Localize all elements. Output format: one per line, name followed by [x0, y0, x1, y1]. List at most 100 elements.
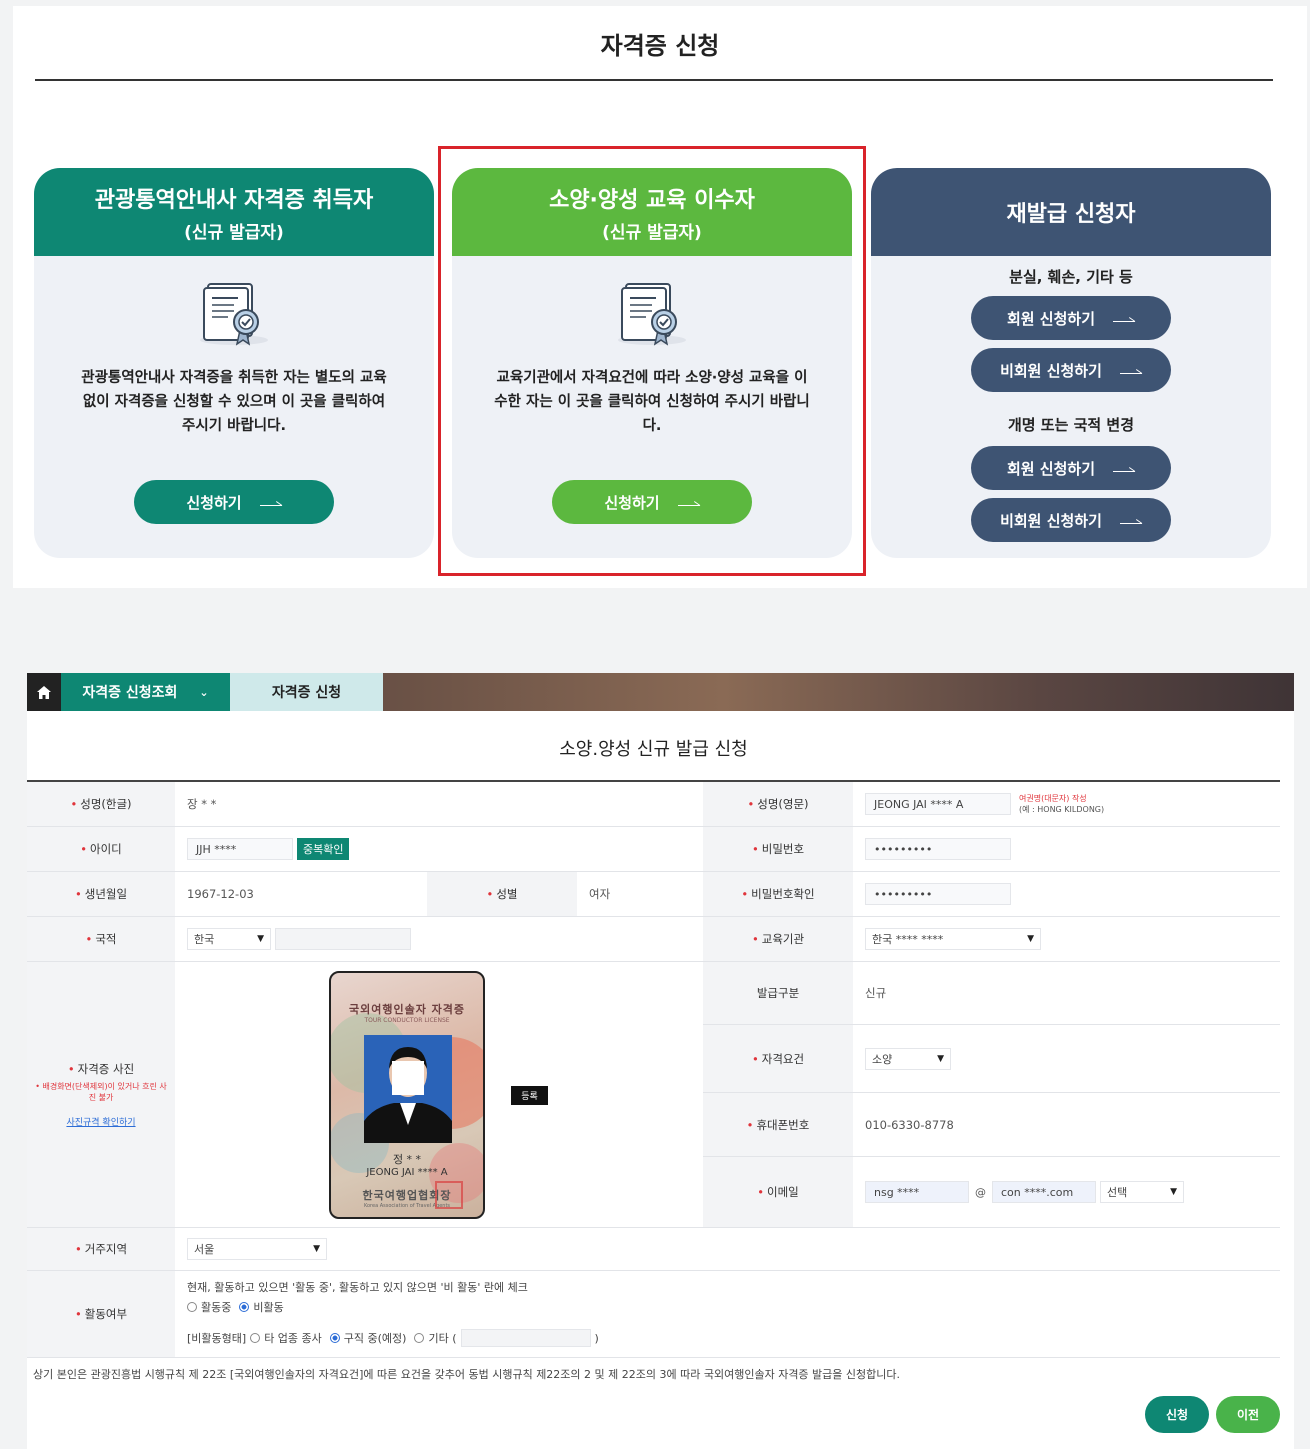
chevron-down-icon: ⌄	[199, 685, 209, 699]
card-header: 재발급 신청자	[871, 168, 1271, 256]
radio-job-seeking[interactable]	[329, 1333, 340, 1343]
id-input[interactable]: JJH ****	[187, 838, 293, 860]
home-icon[interactable]	[27, 673, 61, 711]
active-cell: 현재, 활동하고 있으면 '활동 중', 활동하고 있지 않으면 '비 활동' …	[175, 1271, 1280, 1358]
nav-tab-inquiry[interactable]: 자격증 신청조회 ⌄	[61, 673, 230, 711]
nonmember-apply-label: 비회원 신청하기	[1000, 511, 1102, 530]
prev-button[interactable]: 이전	[1216, 1396, 1280, 1433]
name-en-input[interactable]: JEONG JAI **** A	[865, 793, 1011, 815]
radio-job-seeking-label: 구직 중(예정)	[343, 1332, 407, 1345]
other-reason-input[interactable]	[460, 1329, 591, 1347]
selection-highlight	[438, 146, 866, 576]
other-reason-close: )	[594, 1331, 599, 1345]
gender-value: 여자	[577, 872, 703, 917]
name-en-label: • 성명(영문)	[703, 782, 853, 827]
issue-type-value: 신규	[853, 962, 1280, 1025]
qual-cell: 소양 ▼	[853, 1025, 1280, 1093]
arrow-right-icon	[1113, 464, 1136, 472]
declaration-text: 상기 본인은 관광진흥법 시행규칙 제 22조 [국외여행인솔자의 자격요건]에…	[33, 1368, 901, 1381]
nation-select[interactable]: 한국 ▼	[187, 928, 271, 950]
radio-other-industry[interactable]	[250, 1333, 261, 1343]
edu-cell: 한국 **** **** ▼	[853, 917, 1280, 962]
phone-value: 010-6330-8778	[853, 1093, 1280, 1157]
submit-button[interactable]: 신청	[1145, 1396, 1209, 1433]
nation-other-input[interactable]	[275, 928, 411, 950]
name-en-hint: 여권명(대문자) 작성 (예 : HONG KILDONG)	[1019, 794, 1105, 814]
nonmember-apply-button[interactable]: 비회원 신청하기	[971, 348, 1171, 392]
radio-active-label: 활동중	[201, 1301, 232, 1314]
duplicate-check-button[interactable]: 중복확인	[297, 838, 350, 860]
reissue-group-rename: 개명 또는 국적 변경	[1007, 416, 1135, 434]
pw-confirm-cell: •••••••••	[853, 872, 1280, 917]
qual-select[interactable]: 소양 ▼	[865, 1047, 951, 1070]
active-note: 현재, 활동하고 있으면 '활동 중', 활동하고 있지 않으면 '비 활동' …	[187, 1281, 528, 1294]
radio-inactive-label: 비활동	[253, 1301, 284, 1314]
name-kr-label: • 성명(한글)	[27, 782, 175, 827]
seal-stamp	[435, 1181, 463, 1209]
id-label: • 아이디	[27, 827, 175, 872]
application-form: 자격증 신청조회 ⌄ 자격증 신청 소양.양성 신규 발급 신청 • 성명(한글)…	[27, 673, 1294, 1449]
radio-inactive[interactable]	[239, 1302, 250, 1312]
card-reissue: 재발급 신청자 분실, 훼손, 기타 등 회원 신청하기 비회원 신청하기 개명…	[871, 168, 1271, 558]
region-select[interactable]: 서울 ▼	[187, 1238, 327, 1260]
card-title-text: 국외여행인솔자 자격증	[348, 1003, 466, 1016]
card-licensed-guide[interactable]: 관광통역안내사 자격증 취득자 (신규 발급자) 관광통역안내사 자격증을 취득…	[34, 168, 434, 558]
active-label: • 활동여부	[27, 1271, 175, 1358]
region-cell: 서울 ▼	[175, 1228, 1280, 1271]
card-name-kr: 정 * *	[392, 1153, 422, 1166]
birth-label: • 생년월일	[27, 872, 175, 917]
arrow-right-icon	[1119, 366, 1142, 374]
email-domain-input[interactable]: con ****.com	[992, 1181, 1096, 1203]
qual-label: • 자격요건	[703, 1025, 853, 1093]
chevron-down-icon: ▼	[313, 1244, 320, 1254]
card-header: 관광통역안내사 자격증 취득자 (신규 발급자)	[34, 168, 434, 256]
phone-label: • 휴대폰번호	[703, 1093, 853, 1157]
nav-tab-inquiry-label: 자격증 신청조회	[82, 685, 178, 701]
photo-label: • 자격증 사진	[67, 1062, 135, 1076]
card-name-en: JEONG JAI **** A	[366, 1167, 448, 1178]
nonmember-apply-label: 비회원 신청하기	[1000, 361, 1102, 380]
title-divider	[35, 79, 1273, 81]
radio-active[interactable]	[187, 1302, 197, 1312]
reissue-group-lost: 분실, 훼손, 기타 등	[1009, 268, 1133, 286]
nav-tab-apply[interactable]: 자격증 신청	[230, 673, 383, 711]
photo-note: • 배경화면(단색제외)이 있거나 흐린 사진 불가	[35, 1082, 167, 1102]
photo-label-cell: • 자격증 사진 • 배경화면(단색제외)이 있거나 흐린 사진 불가 사진규격 …	[27, 962, 175, 1228]
radio-other[interactable]	[414, 1333, 425, 1343]
email-cell: nsg **** @ con ****.com 선택 ▼	[853, 1157, 1280, 1228]
email-domain-select[interactable]: 선택 ▼	[1100, 1181, 1184, 1203]
member-apply-label: 회원 신청하기	[1006, 309, 1096, 328]
chevron-down-icon: ▼	[937, 1053, 944, 1064]
name-kr-value: 장 * *	[175, 782, 703, 827]
page-title: 자격증 신청	[600, 32, 720, 60]
nation-label: • 국적	[27, 917, 175, 962]
radio-other-label: 기타 (	[428, 1332, 457, 1345]
name-en-cell: JEONG JAI **** A 여권명(대문자) 작성 (예 : HONG K…	[853, 782, 1280, 827]
nonmember-apply-button-2[interactable]: 비회원 신청하기	[971, 498, 1171, 542]
apply-button-label: 신청하기	[186, 493, 242, 512]
pw-label: • 비밀번호	[703, 827, 853, 872]
arrow-right-icon	[1113, 314, 1136, 322]
email-id-input[interactable]: nsg ****	[865, 1181, 969, 1203]
card-subtitle-text: TOUR CONDUCTOR LICENSE	[364, 1017, 450, 1024]
nation-cell: 한국 ▼	[175, 917, 703, 962]
email-at-sign: @	[975, 1185, 986, 1199]
edu-select[interactable]: 한국 **** **** ▼	[865, 928, 1041, 950]
active-options: 활동중 비활동	[187, 1299, 1280, 1315]
photo-guide-link[interactable]: 사진규격 확인하기	[66, 1115, 135, 1128]
apply-button[interactable]: 신청하기	[134, 480, 334, 524]
photo-register-button[interactable]: 등록	[511, 1086, 548, 1105]
birth-value: 1967-12-03	[175, 872, 427, 917]
inactive-type-label: [비활동형태]	[187, 1332, 247, 1345]
password-input[interactable]: •••••••••	[865, 838, 1011, 860]
edu-label: • 교육기관	[703, 917, 853, 962]
chevron-down-icon: ▼	[1027, 934, 1034, 944]
password-confirm-input[interactable]: •••••••••	[865, 883, 1011, 905]
member-apply-button-2[interactable]: 회원 신청하기	[971, 446, 1171, 490]
pw-confirm-label: • 비밀번호확인	[703, 872, 853, 917]
member-apply-button[interactable]: 회원 신청하기	[971, 296, 1171, 340]
issue-type-label: 발급구분	[703, 962, 853, 1025]
radio-other-industry-label: 타 업종 종사	[264, 1332, 322, 1345]
card-subtitle: (신규 발급자)	[184, 222, 284, 243]
arrow-right-icon	[1119, 516, 1142, 524]
